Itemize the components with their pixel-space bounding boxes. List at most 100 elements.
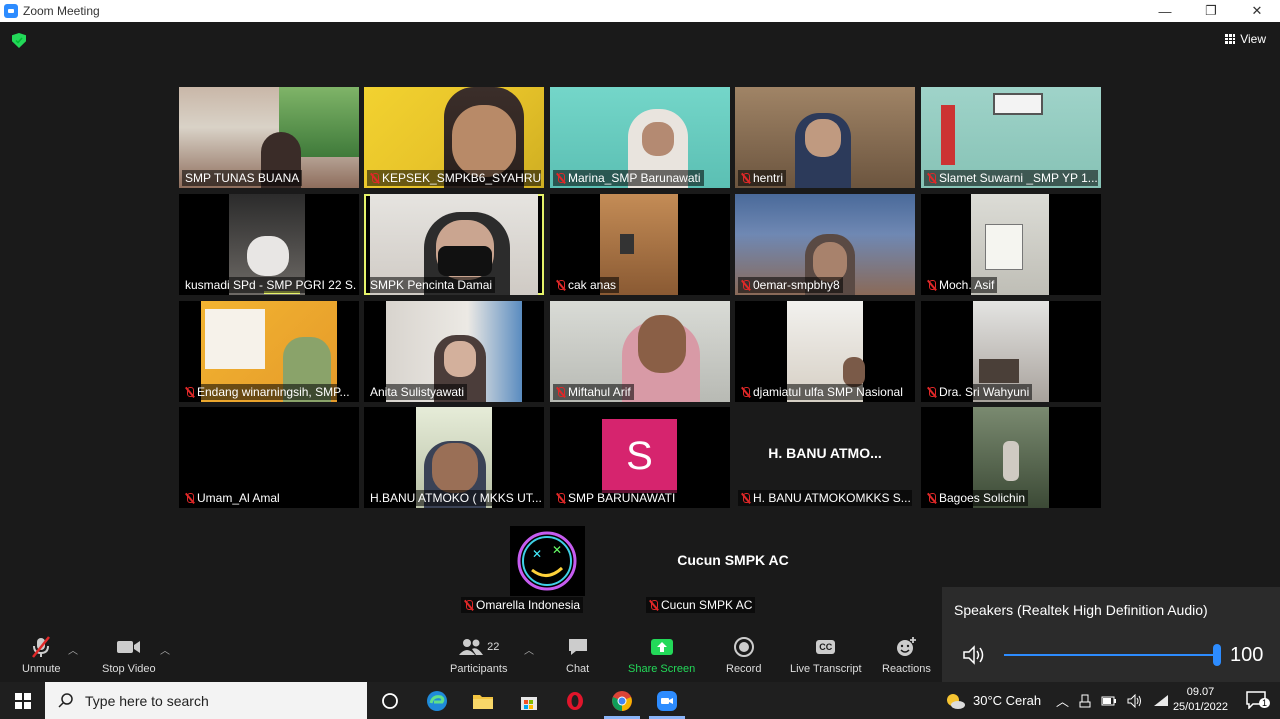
volume-slider-track[interactable] [1004, 654, 1216, 656]
stop-video-button[interactable]: Stop Video [102, 635, 156, 675]
battery-icon[interactable] [1101, 695, 1117, 707]
participant-tile[interactable]: H. BANU ATMO... H. BANU ATMOKOMKKS S... [735, 407, 915, 508]
mic-muted-icon [741, 172, 750, 184]
participant-name: djamiatul ulfa SMP Nasional [738, 384, 906, 400]
participant-name: H.BANU ATMOKO ( MKKS UT... [367, 490, 541, 506]
window-titlebar: Zoom Meeting — ❐ ✕ [0, 0, 1280, 22]
mic-muted-icon [556, 492, 565, 504]
participant-tile[interactable]: Dra. Sri Wahyuni [921, 301, 1101, 402]
chat-button[interactable]: Chat [566, 635, 589, 675]
taskbar-search-box[interactable]: Type here to search [45, 682, 367, 719]
notification-count: 1 [1258, 698, 1270, 708]
participant-tile[interactable]: KEPSEK_SMPKB6_SYAHRUL_2 [364, 87, 544, 188]
mic-muted-icon [370, 172, 379, 184]
mic-muted-icon [464, 599, 473, 611]
participant-display-name: H. BANU ATMO... [768, 445, 882, 461]
weather-widget[interactable]: 30°C Cerah [944, 682, 1041, 719]
video-options-caret-icon[interactable]: ︿ [160, 642, 170, 657]
volume-slider-thumb[interactable] [1213, 644, 1221, 666]
microsoft-store-icon[interactable] [517, 689, 541, 713]
task-view-icon[interactable] [378, 689, 402, 713]
participant-tile[interactable]: 0emar-smpbhy8 [735, 194, 915, 295]
mic-muted-icon [741, 386, 750, 398]
participant-name: Bagoes Solichin [924, 490, 1029, 506]
live-transcript-button[interactable]: CC Live Transcript [790, 635, 862, 675]
participant-tile-active-speaker[interactable]: SMPK Pencinta Damai [364, 194, 544, 295]
window-title: Zoom Meeting [23, 4, 100, 18]
participant-name: KEPSEK_SMPKB6_SYAHRUL_2 [367, 170, 541, 186]
weather-text: 30°C Cerah [973, 693, 1042, 708]
speaker-volume-icon[interactable] [962, 645, 988, 670]
record-button[interactable]: Record [726, 635, 761, 675]
closed-caption-icon: CC [816, 635, 836, 659]
participant-name: H. BANU ATMOKOMKKS S... [738, 490, 912, 506]
svg-text:✕: ✕ [552, 543, 562, 557]
participant-tile[interactable]: Bagoes Solichin [921, 407, 1101, 508]
participant-tile[interactable]: djamiatul ulfa SMP Nasional [735, 301, 915, 402]
participant-tile[interactable]: S SMP BARUNAWATI [550, 407, 730, 508]
unmute-button[interactable]: Unmute [22, 635, 61, 675]
participant-tile[interactable]: hentri [735, 87, 915, 188]
participants-button[interactable]: 22 Participants [450, 635, 507, 675]
speaker-device-name: Speakers (Realtek High Definition Audio) [954, 602, 1208, 618]
participant-tile[interactable]: Endang winarningsih, SMP... [179, 301, 359, 402]
participant-name: Omarella Indonesia [461, 597, 584, 613]
participant-tile[interactable]: H.BANU ATMOKO ( MKKS UT... [364, 407, 544, 508]
restore-button[interactable]: ❐ [1188, 0, 1234, 22]
participant-tile[interactable]: Miftahul Arif [550, 301, 730, 402]
participants-count: 22 [487, 641, 500, 653]
participant-tile[interactable]: Marina_SMP Barunawati [550, 87, 730, 188]
participant-tile[interactable]: Anita Sulistyawati [364, 301, 544, 402]
chrome-browser-icon[interactable] [610, 689, 634, 713]
edge-browser-icon[interactable] [425, 689, 449, 713]
participant-tile[interactable]: Cucun SMPK AC Cucun SMPK AC [643, 514, 823, 615]
reactions-button[interactable]: Reactions [882, 635, 931, 675]
participant-name: Umam_Al Amal [182, 490, 283, 506]
participant-tile[interactable]: cak anas [550, 194, 730, 295]
participant-name: Endang winarningsih, SMP... [182, 384, 353, 400]
windows-logo-icon [14, 692, 31, 709]
wifi-icon[interactable] [1153, 694, 1169, 708]
mic-muted-icon [927, 386, 936, 398]
partly-sunny-icon [947, 693, 965, 709]
participant-tile[interactable]: Moch. Asif [921, 194, 1101, 295]
usb-device-icon[interactable] [1079, 694, 1091, 708]
minimize-button[interactable]: — [1142, 0, 1188, 22]
participant-tile[interactable]: Umam_Al Amal [179, 407, 359, 508]
clock-date: 25/01/2022 [1172, 701, 1228, 713]
participant-tile[interactable]: ✕ ✕ Omarella Indonesia [458, 514, 638, 615]
participant-tile[interactable]: kusmadi SPd - SMP PGRI 22 S... [179, 194, 359, 295]
security-shield-icon[interactable] [12, 33, 26, 48]
video-camera-icon [116, 635, 142, 659]
participant-name: Moch. Asif [924, 277, 998, 293]
system-tray: ︿ [1056, 682, 1169, 719]
volume-tray-icon[interactable] [1127, 693, 1143, 708]
chat-bubble-icon [567, 635, 589, 659]
participants-options-caret-icon[interactable]: ︿ [524, 642, 534, 657]
notifications-icon[interactable]: 1 [1246, 691, 1270, 714]
participant-name: Dra. Sri Wahyuni [924, 384, 1033, 400]
view-button[interactable]: View [1225, 32, 1266, 46]
participant-avatar: S [602, 419, 677, 493]
windows-taskbar: Type here to search 30°C Cerah ︿ 09.07 2… [0, 682, 1280, 719]
zoom-app-icon [4, 4, 18, 18]
participant-tile[interactable]: SMP TUNAS BUANA [179, 87, 359, 188]
participant-name: Anita Sulistyawati [367, 384, 468, 400]
file-explorer-icon[interactable] [471, 689, 495, 713]
show-hidden-icons-caret-icon[interactable]: ︿ [1056, 691, 1069, 710]
opera-browser-icon[interactable] [563, 689, 587, 713]
smiley-reaction-icon [895, 635, 917, 659]
share-screen-button[interactable]: Share Screen [628, 635, 695, 675]
participant-name: 0emar-smpbhy8 [738, 277, 843, 293]
mic-muted-icon [556, 386, 565, 398]
audio-options-caret-icon[interactable]: ︿ [68, 642, 78, 657]
participant-avatar: ✕ ✕ [510, 526, 585, 596]
zoom-taskbar-icon[interactable] [655, 689, 679, 713]
taskbar-clock[interactable]: 09.07 25/01/2022 [1173, 685, 1228, 715]
windows-start-button[interactable] [0, 682, 45, 719]
mic-muted-icon [741, 279, 750, 291]
microphone-muted-icon [29, 635, 53, 659]
participant-name: Marina_SMP Barunawati [553, 170, 704, 186]
participant-tile[interactable]: Slamet Suwarni _SMP YP 1... [921, 87, 1101, 188]
close-button[interactable]: ✕ [1234, 0, 1280, 22]
